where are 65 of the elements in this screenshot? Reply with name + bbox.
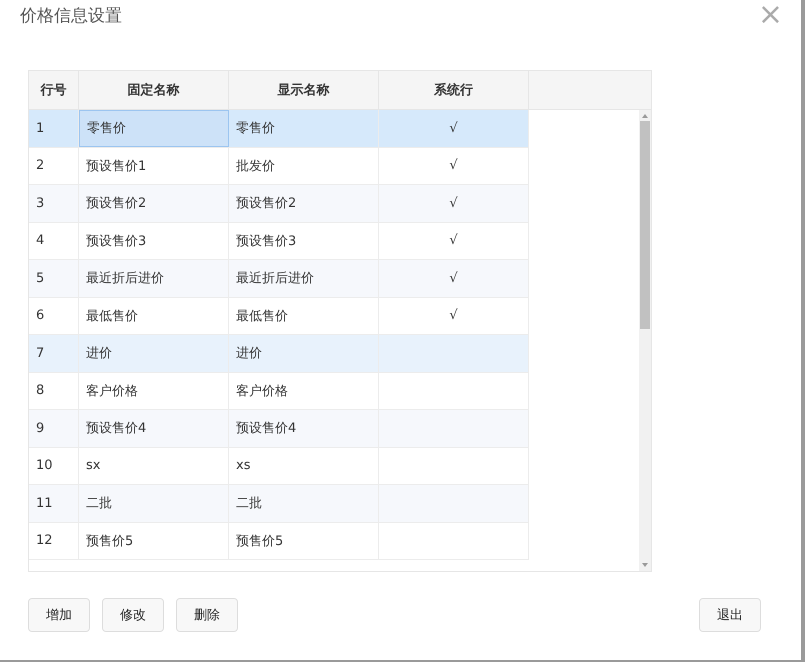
table-cell: 10 xyxy=(29,448,79,484)
table-cell: 零售价 xyxy=(229,110,379,146)
table-cell: 最近折后进价 xyxy=(229,260,379,296)
table-cell: 预设售价4 xyxy=(79,410,229,446)
table-cell: 预设售价3 xyxy=(79,222,229,259)
table-cell: 二批 xyxy=(229,485,379,522)
table-row[interactable]: 10 sx xs xyxy=(29,448,529,485)
action-button[interactable]: 修改 xyxy=(102,598,164,632)
table-cell: 预设售价2 xyxy=(229,185,379,222)
table-cell: 3 xyxy=(29,185,79,222)
column-header: 显示名称 xyxy=(229,71,379,109)
table-cell: 9 xyxy=(29,410,79,446)
table-cell: 批发价 xyxy=(229,148,379,184)
table-cell: 8 xyxy=(29,372,79,409)
table-cell: 进价 xyxy=(79,335,229,372)
scroll-down-icon[interactable] xyxy=(641,561,649,569)
table-cell: √ xyxy=(379,260,529,296)
table-cell: 7 xyxy=(29,335,79,372)
table-row[interactable]: 8 客户价格 客户价格 xyxy=(29,372,529,410)
table-cell: √ xyxy=(379,222,529,259)
dialog-title: 价格信息设置 xyxy=(20,5,122,26)
action-button[interactable]: 删除 xyxy=(176,598,238,632)
table-cell: 最低售价 xyxy=(229,298,379,334)
table-cell: 二批 xyxy=(79,485,229,522)
table-row[interactable]: 6 最低售价 最低售价 √ xyxy=(29,298,529,335)
table-row[interactable]: 1 零售价 零售价 √ xyxy=(29,110,529,148)
table-cell: √ xyxy=(379,298,529,334)
table-cell: 预设售价2 xyxy=(79,185,229,222)
table-cell: xs xyxy=(229,448,379,484)
table-cell: 预设售价1 xyxy=(79,148,229,184)
table-row[interactable]: 7 进价 进价 xyxy=(29,335,529,372)
table-cell: 预售价5 xyxy=(229,522,379,559)
table-row[interactable]: 5 最近折后进价 最近折后进价 √ xyxy=(29,260,529,298)
table-cell: 2 xyxy=(29,148,79,184)
table-cell: 预设售价3 xyxy=(229,222,379,259)
table-cell: 客户价格 xyxy=(79,372,229,409)
table-row[interactable]: 12 预售价5 预售价5 xyxy=(29,522,529,560)
table-cell: 预售价5 xyxy=(79,522,229,559)
table-cell: 预设售价4 xyxy=(229,410,379,446)
scrollbar[interactable] xyxy=(639,110,651,571)
table-cell: √ xyxy=(379,110,529,146)
table-cell: 5 xyxy=(29,260,79,296)
table-cell: √ xyxy=(379,185,529,222)
column-header: 行号 xyxy=(29,71,79,109)
table-row[interactable]: 3 预设售价2 预设售价2 √ xyxy=(29,185,529,222)
table-cell: sx xyxy=(79,448,229,484)
table-row[interactable]: 9 预设售价4 预设售价4 xyxy=(29,410,529,448)
scrollbar-thumb[interactable] xyxy=(640,121,650,329)
table-cell: √ xyxy=(379,148,529,184)
table-cell: 6 xyxy=(29,298,79,334)
table-cell: 进价 xyxy=(229,335,379,372)
exit-button[interactable]: 退出 xyxy=(699,598,761,632)
table-cell: 零售价 xyxy=(79,110,229,146)
table-cell: 4 xyxy=(29,222,79,259)
action-button[interactable]: 增加 xyxy=(28,598,90,632)
table-cell: 客户价格 xyxy=(229,372,379,409)
table-row[interactable]: 4 预设售价3 预设售价3 √ xyxy=(29,222,529,260)
table-cell: 最低售价 xyxy=(79,298,229,334)
table-row[interactable]: 11 二批 二批 xyxy=(29,485,529,522)
table-cell: 12 xyxy=(29,522,79,559)
column-header: 系统行 xyxy=(379,71,529,109)
table-cell: 11 xyxy=(29,485,79,522)
table-row[interactable]: 2 预设售价1 批发价 √ xyxy=(29,148,529,185)
table-cell: 最近折后进价 xyxy=(79,260,229,296)
column-header: 固定名称 xyxy=(79,71,229,109)
